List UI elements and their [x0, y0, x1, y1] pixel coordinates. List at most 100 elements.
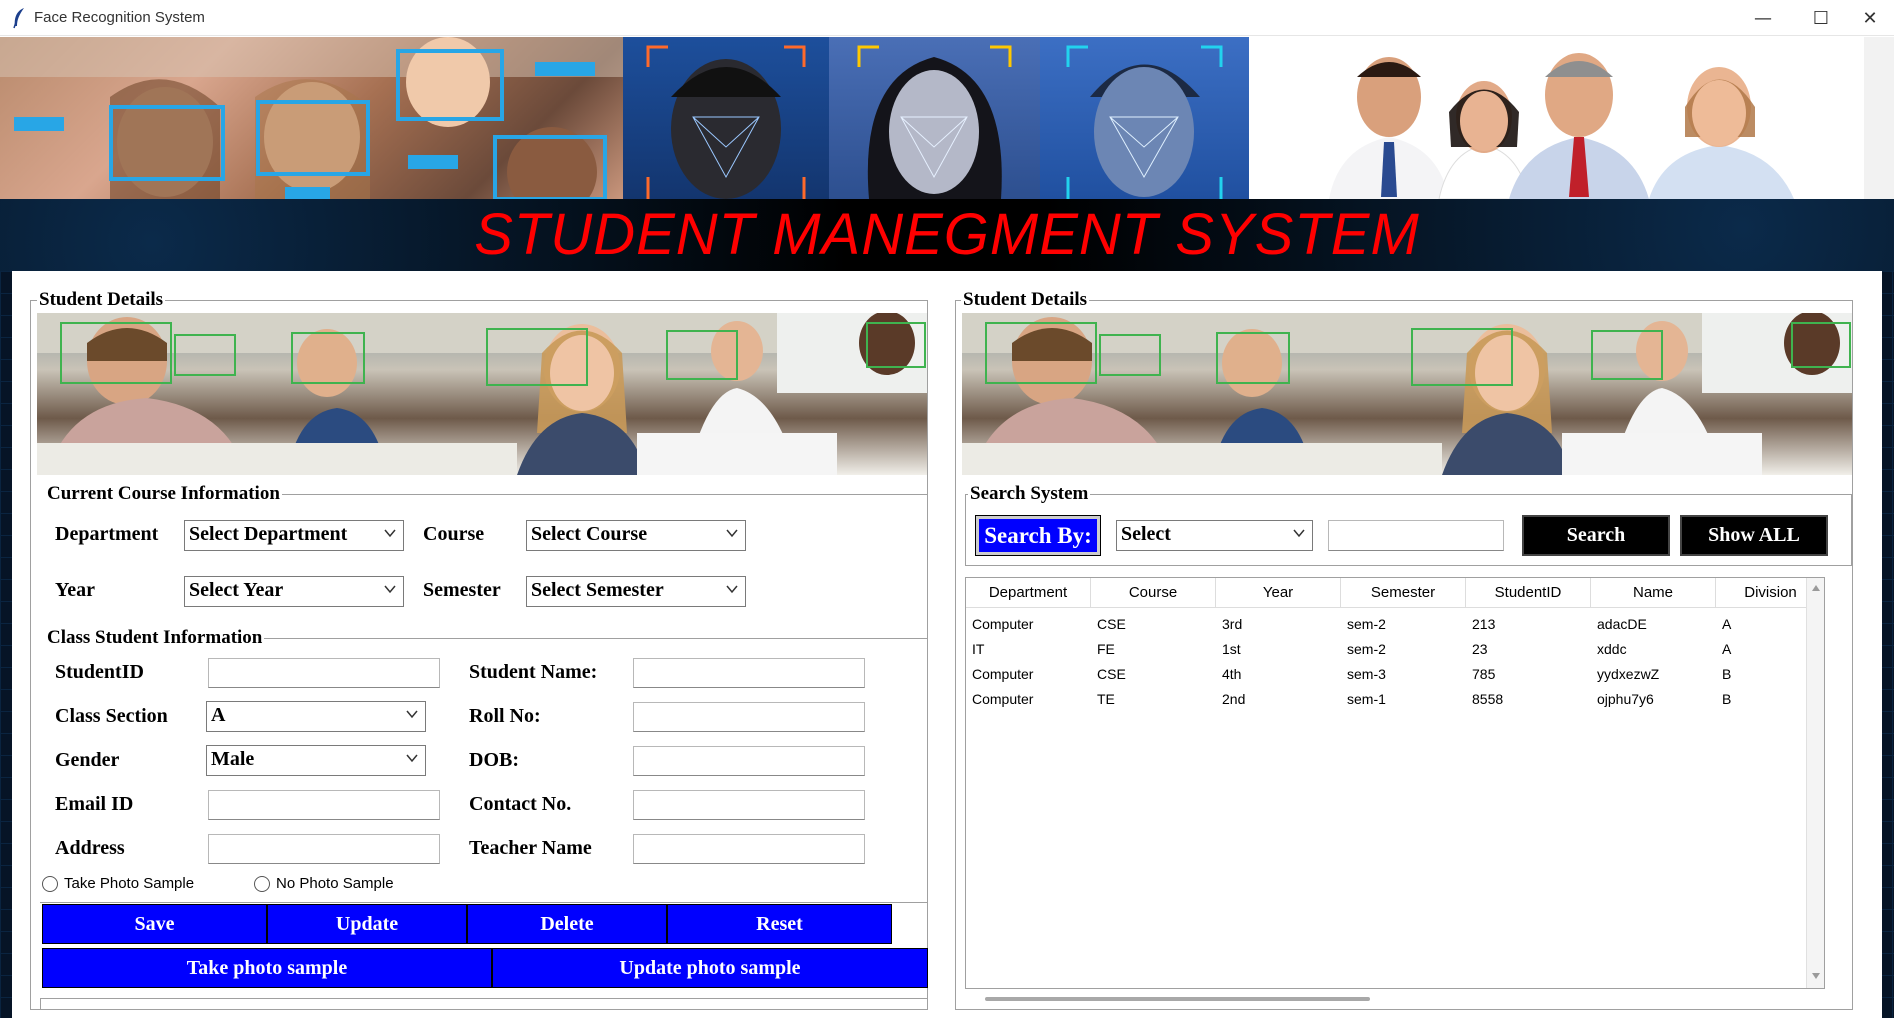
table-cell: sem-2	[1347, 615, 1386, 632]
table-cell: 2nd	[1222, 690, 1246, 707]
delete-button[interactable]: Delete	[467, 904, 667, 944]
chevron-down-icon	[726, 585, 738, 594]
take-photo-radio[interactable]: Take Photo Sample	[42, 875, 194, 892]
team-photo-image	[1249, 37, 1894, 199]
table-cell: 3rd	[1222, 615, 1243, 632]
table-row[interactable]: Computer TE 2nd sem-1 8558 ojphu7y6 B	[966, 686, 1824, 711]
search-input[interactable]	[1328, 520, 1504, 551]
course-select[interactable]: Select Course	[526, 520, 746, 551]
table-cell: adacDE	[1597, 615, 1647, 632]
header-banner	[0, 37, 1894, 199]
student-id-input[interactable]	[208, 658, 440, 688]
table-row[interactable]: Computer CSE 3rd sem-2 213 adacDE A	[966, 611, 1824, 636]
student-name-input[interactable]	[633, 658, 865, 688]
course-select-value: Select Course	[531, 523, 648, 545]
gender-select-value: Male	[211, 748, 255, 770]
table-cell: xddc	[1597, 640, 1627, 657]
chevron-down-icon	[384, 529, 396, 538]
button-divider	[40, 902, 928, 903]
dob-label: DOB:	[469, 749, 519, 771]
show-all-button-label: Show ALL	[1708, 524, 1800, 546]
right-panel-title: Student Details	[961, 289, 1090, 311]
vertical-scrollbar[interactable]	[1806, 578, 1824, 988]
teacher-input[interactable]	[633, 834, 865, 864]
table-row[interactable]: Computer CSE 4th sem-3 785 yydxezwZ B	[966, 661, 1824, 686]
contact-input[interactable]	[633, 790, 865, 820]
table-cell: TE	[1097, 690, 1115, 707]
address-input[interactable]	[208, 834, 440, 864]
gender-select[interactable]: Male	[206, 745, 426, 776]
department-select[interactable]: Select Department	[184, 520, 404, 551]
minimize-button[interactable]: —	[1734, 0, 1792, 36]
chevron-down-icon	[726, 529, 738, 538]
table-cell: CSE	[1097, 665, 1126, 682]
window-title: Face Recognition System	[34, 9, 205, 26]
table-cell: ojphu7y6	[1597, 690, 1654, 707]
course-info-title: Current Course Information	[45, 483, 282, 505]
update-button-label: Update	[335, 912, 399, 935]
classroom-image	[37, 313, 927, 475]
search-system-title: Search System	[968, 483, 1091, 505]
search-by-text: Search By:	[984, 522, 1092, 548]
class-section-label: Class Section	[55, 705, 168, 727]
table-cell: 4th	[1222, 665, 1242, 682]
column-header-name[interactable]: Name	[1591, 578, 1716, 608]
table-cell: Computer	[972, 615, 1034, 632]
table-row[interactable]: IT FE 1st sem-2 23 xddc A	[966, 636, 1824, 661]
reset-button[interactable]: Reset	[667, 904, 892, 944]
search-by-select[interactable]: Select	[1116, 520, 1313, 551]
year-select[interactable]: Select Year	[184, 576, 404, 607]
minimize-icon: —	[1754, 7, 1772, 29]
class-section-select[interactable]: A	[206, 701, 426, 732]
scroll-down-icon[interactable]	[1811, 972, 1821, 980]
classroom-image-right	[962, 313, 1852, 475]
email-input[interactable]	[208, 790, 440, 820]
close-button[interactable]: ✕	[1846, 0, 1894, 36]
search-button[interactable]: Search	[1522, 515, 1670, 556]
dob-input[interactable]	[633, 746, 865, 776]
maximize-button[interactable]: ☐	[1792, 0, 1850, 36]
semester-label: Semester	[423, 579, 501, 601]
scroll-up-icon[interactable]	[1811, 584, 1821, 592]
student-table[interactable]: Department Course Year Semester StudentI…	[965, 577, 1825, 989]
column-header-department[interactable]: Department	[966, 578, 1091, 608]
face-mesh-image-1	[623, 37, 829, 199]
face-mesh-image-2	[829, 37, 1040, 199]
table-header: Department Course Year Semester StudentI…	[966, 578, 1824, 608]
page-title: STUDENT MANEGMENT SYSTEM	[474, 202, 1420, 267]
semester-select-value: Select Semester	[531, 579, 664, 601]
left-bottom-frame	[40, 998, 928, 1010]
column-header-year[interactable]: Year	[1216, 578, 1341, 608]
column-header-semester[interactable]: Semester	[1341, 578, 1466, 608]
close-icon: ✕	[1862, 7, 1878, 29]
table-cell: 213	[1472, 615, 1496, 632]
table-cell: sem-3	[1347, 665, 1386, 682]
face-mesh-image-3	[1040, 37, 1249, 199]
feather-icon	[13, 8, 24, 29]
table-cell: 8558	[1472, 690, 1504, 707]
radio-circle-icon	[254, 875, 270, 892]
gender-label: Gender	[55, 749, 120, 771]
no-photo-radio[interactable]: No Photo Sample	[254, 875, 394, 892]
column-header-studentid[interactable]: StudentID	[1466, 578, 1591, 608]
teacher-label: Teacher Name	[469, 837, 592, 859]
year-label: Year	[55, 579, 95, 601]
table-cell: Computer	[972, 690, 1034, 707]
radio-circle-icon	[42, 875, 58, 892]
class-section-select-value: A	[211, 704, 226, 726]
update-photo-sample-button[interactable]: Update photo sample	[492, 948, 928, 988]
face-tagging-image	[0, 37, 623, 199]
column-header-course[interactable]: Course	[1091, 578, 1216, 608]
take-photo-sample-button[interactable]: Take photo sample	[42, 948, 492, 988]
class-info-title: Class Student Information	[45, 627, 265, 649]
take-photo-radio-label: Take Photo Sample	[64, 875, 195, 892]
save-button-label: Save	[134, 912, 175, 935]
table-cell: 1st	[1222, 640, 1241, 657]
semester-select[interactable]: Select Semester	[526, 576, 746, 607]
horizontal-scrollbar[interactable]	[985, 997, 1370, 1001]
update-button[interactable]: Update	[267, 904, 467, 944]
roll-no-input[interactable]	[633, 702, 865, 732]
window-titlebar: Face Recognition System — ☐ ✕	[0, 0, 1894, 36]
show-all-button[interactable]: Show ALL	[1680, 515, 1828, 556]
save-button[interactable]: Save	[42, 904, 267, 944]
